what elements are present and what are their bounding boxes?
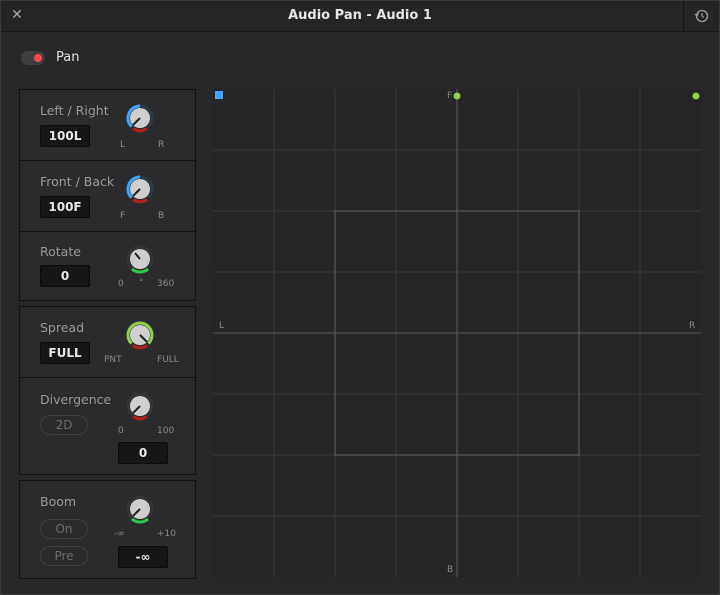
history-icon[interactable]: [693, 7, 711, 25]
toggle-indicator: [34, 54, 42, 62]
speaker-dot: [453, 92, 461, 100]
front-back-min: F: [120, 211, 126, 221]
rotate-min: 0: [118, 279, 124, 289]
front-back-label: Front / Back: [40, 174, 115, 189]
divergence-label: Divergence: [40, 392, 112, 407]
boom-label: Boom: [40, 494, 77, 509]
position-controls-group: Left / Right 100L L R Front / Back 100F: [19, 89, 196, 301]
spread-label: Spread: [40, 320, 85, 335]
boom-value[interactable]: -∞: [118, 546, 168, 568]
front-label: F: [447, 91, 453, 101]
title-separator: [683, 1, 684, 31]
left-label: L: [219, 321, 225, 331]
rotate-value[interactable]: 0: [40, 265, 90, 287]
boom-min: -∞: [114, 529, 125, 539]
spread-value[interactable]: FULL: [40, 342, 90, 364]
divergence-min: 0: [118, 426, 124, 436]
divergence-value[interactable]: 0: [118, 442, 168, 464]
title-bar: ✕ Audio Pan - Audio 1: [1, 1, 719, 32]
divergence-max: 100: [157, 426, 175, 436]
rotate-row: Rotate 0 0 ° 360: [20, 231, 195, 301]
left-right-knob[interactable]: [123, 101, 157, 135]
speaker-dot: [692, 92, 700, 100]
boom-on-button[interactable]: On: [40, 519, 88, 539]
spread-controls-group: Spread FULL PNT FULL Divergence 2D 0 100…: [19, 306, 196, 475]
spread-row: Spread FULL PNT FULL: [20, 307, 195, 377]
left-right-max: R: [158, 140, 165, 150]
rotate-max: 360: [157, 279, 175, 289]
pan-grid: [213, 89, 701, 577]
left-right-value[interactable]: 100L: [40, 125, 90, 147]
rotate-unit: °: [139, 278, 144, 288]
divergence-knob[interactable]: [123, 389, 157, 423]
spread-knob[interactable]: [123, 318, 157, 352]
boom-max: +10: [157, 529, 176, 539]
boom-controls-group: Boom On Pre -∞ +10 -∞: [19, 480, 196, 579]
boom-knob[interactable]: [123, 492, 157, 526]
boom-pre-button[interactable]: Pre: [40, 546, 88, 566]
divergence-row: Divergence 2D 0 100 0: [20, 377, 195, 475]
pan-position-marker[interactable]: [215, 91, 223, 99]
rotate-knob[interactable]: [123, 242, 157, 276]
left-right-row: Left / Right 100L L R: [20, 90, 195, 160]
rotate-label: Rotate: [40, 244, 81, 259]
divergence-2d-button[interactable]: 2D: [40, 415, 88, 435]
back-label: B: [447, 565, 454, 575]
audio-pan-window: ✕ Audio Pan - Audio 1 Pan Left / Right 1…: [0, 0, 720, 595]
spread-max: FULL: [157, 355, 179, 365]
right-label: R: [689, 321, 696, 331]
left-right-label: Left / Right: [40, 103, 109, 118]
front-back-knob[interactable]: [123, 172, 157, 206]
pan-toggle[interactable]: [21, 51, 45, 65]
left-right-min: L: [120, 140, 126, 150]
front-back-row: Front / Back 100F F B: [20, 160, 195, 231]
spread-min: PNT: [104, 355, 122, 365]
front-back-max: B: [158, 211, 165, 221]
pan-label: Pan: [56, 50, 80, 65]
front-back-value[interactable]: 100F: [40, 196, 90, 218]
window-title: Audio Pan - Audio 1: [288, 8, 432, 23]
pan-pad[interactable]: F B L R: [213, 89, 701, 577]
